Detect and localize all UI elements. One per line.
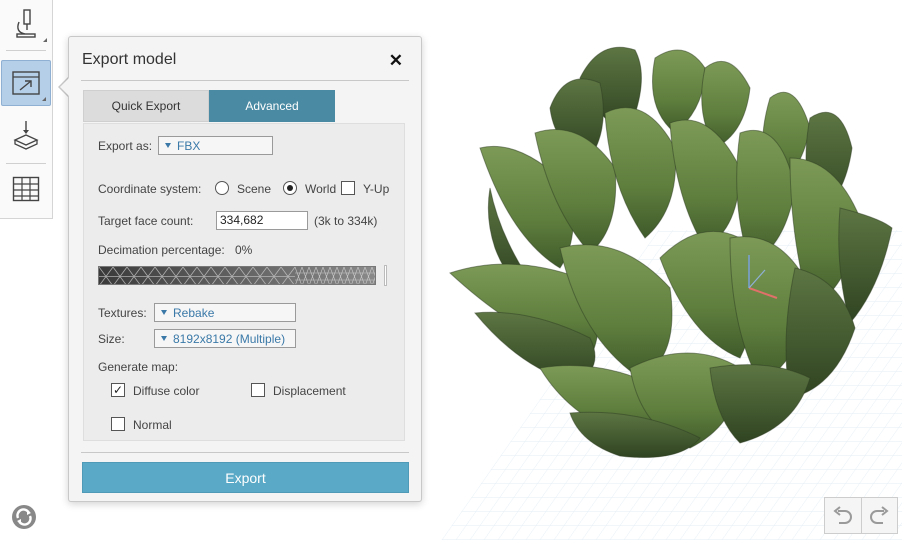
tab-advanced[interactable]: Advanced: [209, 90, 335, 122]
undo-icon: [833, 505, 852, 524]
diffuse-color-checkbox[interactable]: ✓: [111, 383, 125, 397]
microscope-icon: [16, 9, 36, 38]
dialog-pointer-fill: [60, 77, 70, 97]
dialog-title: Export model: [82, 51, 177, 68]
diffuse-color-label: Diffuse color: [133, 384, 200, 398]
export-as-label: Export as:: [98, 139, 153, 153]
redo-button[interactable]: [860, 498, 898, 533]
scene-radio-label: Scene: [237, 182, 272, 196]
print-3d-icon: [13, 121, 39, 150]
decimation-value: 0%: [235, 243, 253, 257]
tool-sidebar: [0, 0, 53, 219]
table-tool-button[interactable]: [1, 166, 51, 212]
normal-label: Normal: [133, 418, 172, 432]
export-icon: [12, 71, 40, 95]
size-select[interactable]: 8192x8192 (Multiple): [154, 329, 296, 348]
export-tool-button[interactable]: [1, 60, 51, 106]
redo-icon: [870, 505, 889, 524]
print-3d-tool-button[interactable]: [1, 113, 51, 159]
decimation-slider-handle[interactable]: [384, 265, 387, 286]
displacement-label: Displacement: [273, 384, 346, 398]
coordinate-system-label: Coordinate system:: [98, 182, 202, 196]
tab-quick-export[interactable]: Quick Export: [83, 90, 209, 122]
normal-checkbox[interactable]: [111, 417, 125, 431]
analysis-tool-button[interactable]: [1, 0, 51, 46]
mesh-pattern: [99, 267, 375, 284]
size-label: Size:: [98, 332, 125, 346]
chevron-down-icon: [161, 310, 167, 315]
displacement-checkbox[interactable]: [251, 383, 265, 397]
chevron-down-icon: [165, 143, 171, 148]
footer-divider: [81, 452, 409, 453]
world-radio[interactable]: [283, 181, 297, 195]
advanced-panel: Export as: FBX Coordinate system: Scene …: [83, 123, 405, 441]
sync-button[interactable]: [10, 503, 38, 531]
decimation-label: Decimation percentage:: [98, 243, 225, 257]
textures-label: Textures:: [98, 306, 147, 320]
scene-radio[interactable]: [215, 181, 229, 195]
chevron-down-icon: [161, 336, 167, 341]
face-count-range: (3k to 334k): [314, 214, 378, 228]
export-format-value: FBX: [177, 138, 201, 153]
textures-select[interactable]: Rebake: [154, 303, 296, 322]
y-up-checkbox[interactable]: [341, 181, 355, 195]
target-face-count-input[interactable]: 334,682: [216, 211, 308, 230]
export-button[interactable]: Export: [82, 462, 409, 493]
title-divider: [81, 80, 409, 81]
table-grid-icon: [12, 176, 40, 202]
textures-value: Rebake: [173, 305, 215, 320]
undo-button[interactable]: [825, 498, 861, 533]
y-up-label: Y-Up: [363, 182, 390, 196]
sync-icon: [12, 505, 36, 529]
transform-gizmo[interactable]: [735, 250, 785, 310]
export-model-dialog: Export model ✕ Quick Export Advanced Exp…: [68, 36, 422, 502]
close-icon[interactable]: ✕: [389, 51, 403, 71]
export-tabs: Quick Export Advanced: [83, 90, 335, 122]
generate-map-label: Generate map:: [98, 360, 179, 374]
size-value: 8192x8192 (Multiple): [173, 331, 286, 346]
artichoke-model[interactable]: [440, 38, 900, 468]
history-controls: [824, 497, 898, 534]
world-radio-label: World: [305, 182, 337, 196]
export-format-select[interactable]: FBX: [158, 136, 273, 155]
decimation-slider[interactable]: [98, 266, 376, 285]
target-face-count-label: Target face count:: [98, 214, 194, 228]
